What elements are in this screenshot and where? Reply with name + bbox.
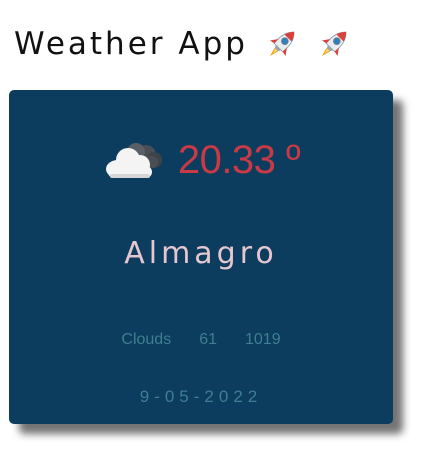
weather-app: Weather App 20.33 º Almagro Clouds 61 10… xyxy=(0,0,438,468)
city-name: Almagro xyxy=(124,236,278,271)
app-header: Weather App xyxy=(14,20,354,68)
humidity-value: 61 xyxy=(199,331,217,348)
rocket-icon xyxy=(321,31,347,57)
rocket-icon xyxy=(269,31,295,57)
title-decorations xyxy=(262,24,354,64)
current-weather: 20.33 º xyxy=(9,138,393,182)
weather-date: 9-05-2022 xyxy=(139,387,263,406)
weather-card: 20.33 º Almagro Clouds 61 1019 9-05-2022 xyxy=(9,90,393,424)
cloud-icon xyxy=(105,143,162,178)
weather-details: Clouds 61 1019 xyxy=(9,330,393,349)
pressure-value: 1019 xyxy=(245,331,281,348)
weather-condition: Clouds xyxy=(121,331,172,348)
page-title: Weather App xyxy=(14,26,248,62)
temperature: 20.33 º xyxy=(177,138,301,182)
